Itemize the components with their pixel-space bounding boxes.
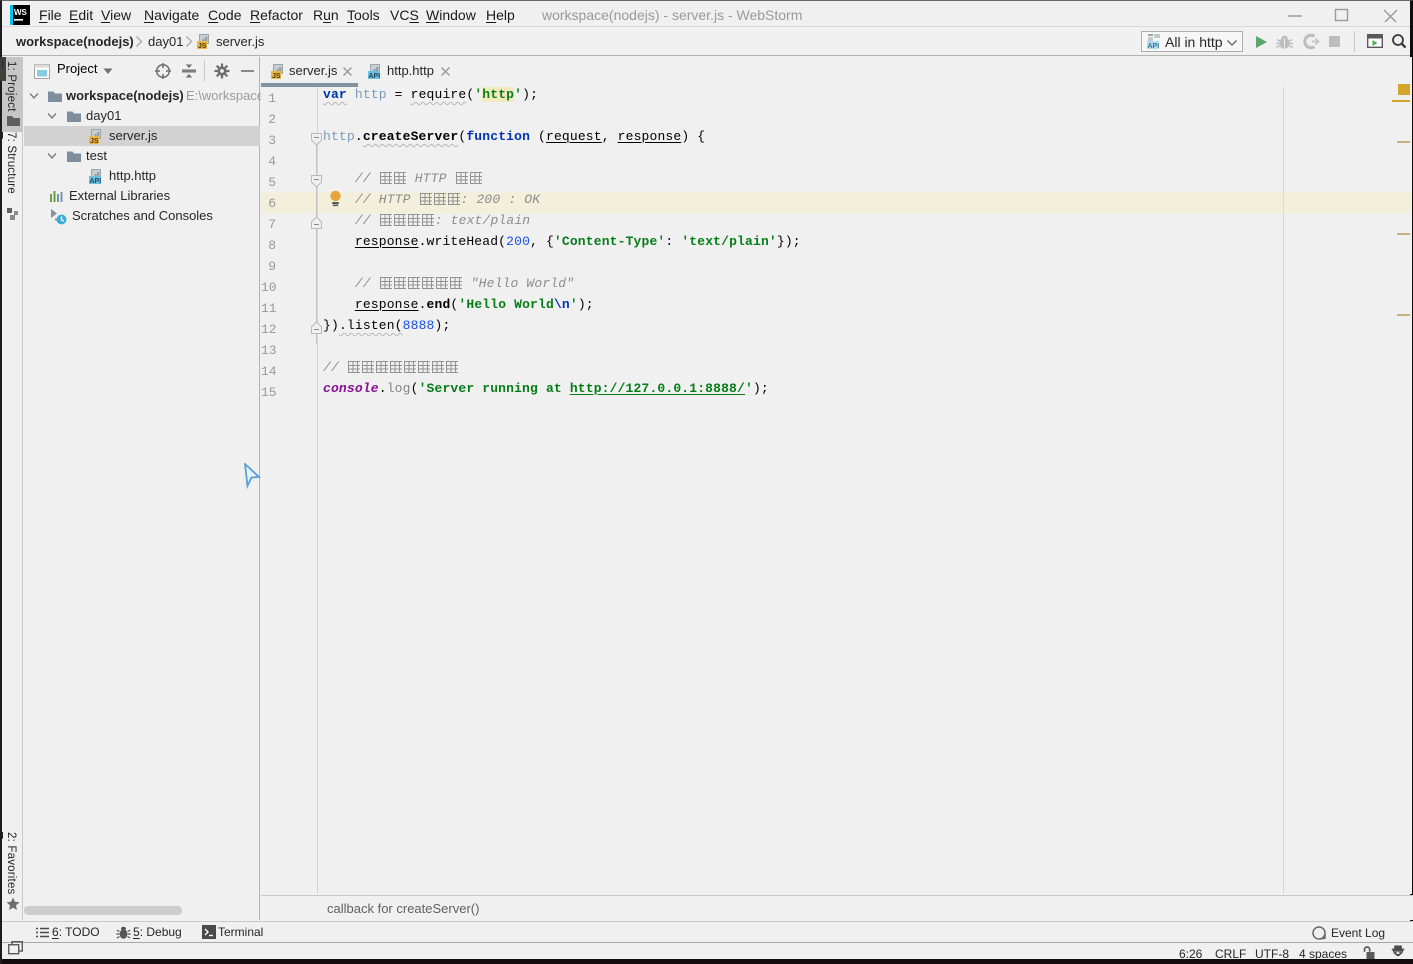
svg-text:JS: JS xyxy=(198,43,207,50)
svg-text:API: API xyxy=(90,178,102,185)
svg-text:JS: JS xyxy=(90,138,99,145)
svg-text:JS: JS xyxy=(272,73,281,80)
svg-text:WS: WS xyxy=(14,8,28,17)
svg-text:API: API xyxy=(369,73,381,80)
svg-text:API: API xyxy=(1148,43,1160,50)
